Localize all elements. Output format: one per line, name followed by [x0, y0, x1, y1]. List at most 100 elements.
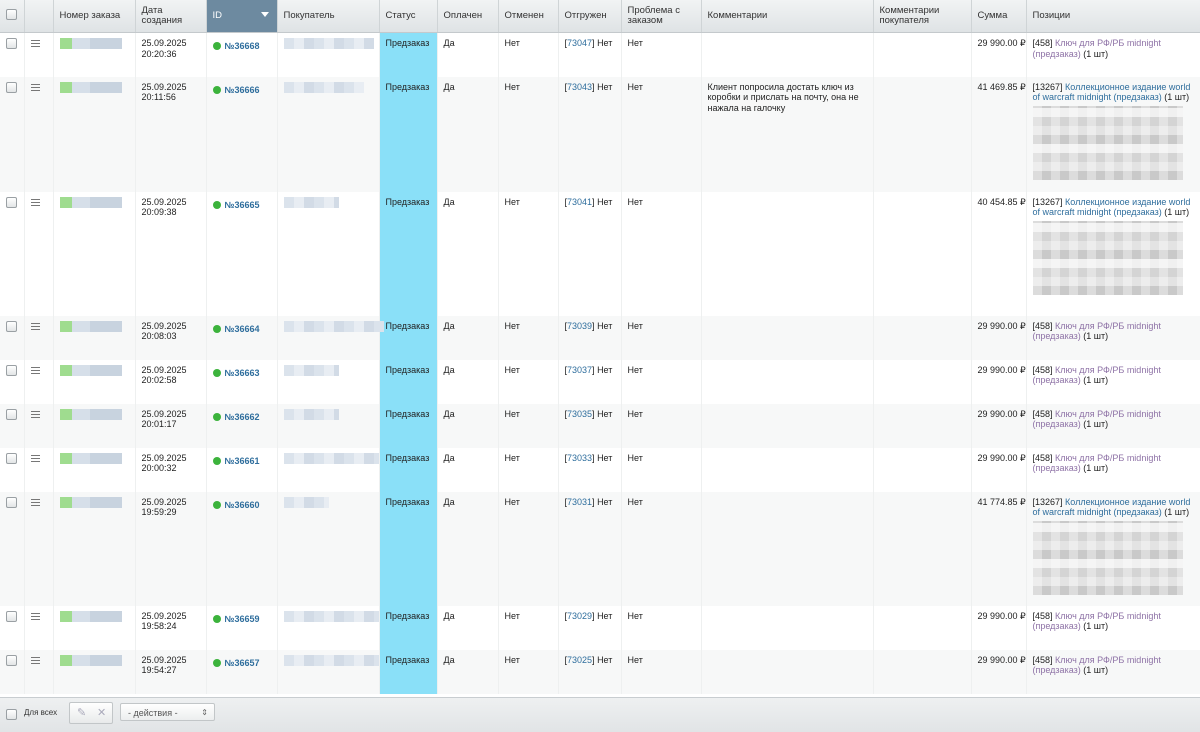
col-comments[interactable]: Комментарии [701, 0, 874, 33]
id-cell[interactable]: №36659 [206, 605, 278, 650]
table-row[interactable]: 25.09.2025 19:54:27 №36657 Предзаказ Да Нет [7… [0, 649, 1200, 694]
row-menu-icon[interactable] [30, 655, 40, 666]
select-all-header[interactable] [0, 0, 25, 33]
id-cell[interactable]: №36668 [206, 32, 278, 77]
id-cell[interactable]: №36664 [206, 315, 278, 360]
row-menu-icon[interactable] [30, 321, 40, 332]
order-id-link[interactable]: №36659 [225, 614, 260, 624]
order-id-link[interactable]: №36664 [225, 324, 260, 334]
shipment-link[interactable]: 73025 [567, 655, 592, 665]
id-cell[interactable]: №36666 [206, 76, 278, 192]
table-row[interactable]: 25.09.2025 20:02:58 №36663 Предзаказ Да Нет [7… [0, 359, 1200, 404]
row-select-cell[interactable] [0, 191, 25, 316]
table-row[interactable]: 25.09.2025 20:20:36 №36668 Предзаказ Да Нет [7… [0, 32, 1200, 77]
shipment-link[interactable]: 73039 [567, 321, 592, 331]
id-cell[interactable]: №36657 [206, 649, 278, 694]
id-cell[interactable]: №36662 [206, 403, 278, 448]
status-cell: Предзаказ [379, 191, 438, 316]
shipment-link[interactable]: 73031 [567, 497, 592, 507]
row-select-cell[interactable] [0, 447, 25, 492]
row-menu-icon[interactable] [30, 453, 40, 464]
row-select-cell[interactable] [0, 605, 25, 650]
table-row[interactable]: 25.09.2025 20:01:17 №36662 Предзаказ Да Нет [7… [0, 403, 1200, 448]
id-cell[interactable]: №36665 [206, 191, 278, 316]
select-all-checkbox[interactable] [6, 9, 17, 20]
row-menu-icon[interactable] [30, 365, 40, 376]
col-id[interactable]: ID [206, 0, 278, 33]
order-id-link[interactable]: №36662 [225, 412, 260, 422]
row-menu-cell[interactable] [24, 649, 54, 694]
edit-icon[interactable]: ✎ [77, 706, 86, 719]
col-positions[interactable]: Позиции [1026, 0, 1200, 33]
col-created[interactable]: Дата создания [135, 0, 207, 33]
row-select-cell[interactable] [0, 403, 25, 448]
row-checkbox[interactable] [6, 320, 17, 332]
row-menu-icon[interactable] [30, 38, 40, 49]
row-checkbox[interactable] [6, 610, 17, 622]
col-problem[interactable]: Проблема с заказом [621, 0, 702, 33]
shipment-link[interactable]: 73043 [567, 82, 592, 92]
table-row[interactable]: 25.09.2025 20:11:56 №36666 Предзаказ Да Нет [7… [0, 76, 1200, 192]
col-cancelled[interactable]: Отменен [498, 0, 559, 33]
row-menu-icon[interactable] [30, 611, 40, 622]
row-checkbox[interactable] [6, 452, 17, 464]
order-id-link[interactable]: №36661 [225, 456, 260, 466]
id-cell[interactable]: №36663 [206, 359, 278, 404]
col-order-number[interactable]: Номер заказа [53, 0, 136, 33]
row-checkbox[interactable] [6, 496, 17, 508]
col-sum[interactable]: Сумма [971, 0, 1027, 33]
shipment-link[interactable]: 73041 [567, 197, 592, 207]
row-checkbox[interactable] [6, 408, 17, 420]
shipment-link[interactable]: 73035 [567, 409, 592, 419]
row-menu-cell[interactable] [24, 605, 54, 650]
id-cell[interactable]: №36660 [206, 491, 278, 606]
col-buyer[interactable]: Покупатель [277, 0, 380, 33]
delete-icon[interactable]: ✕ [97, 706, 106, 719]
for-all-checkbox[interactable] [6, 709, 17, 720]
row-select-cell[interactable] [0, 491, 25, 606]
row-select-cell[interactable] [0, 359, 25, 404]
row-menu-cell[interactable] [24, 359, 54, 404]
row-menu-icon[interactable] [30, 497, 40, 508]
actions-select[interactable]: - действия - ⇕ [120, 703, 215, 721]
row-menu-cell[interactable] [24, 191, 54, 316]
row-menu-icon[interactable] [30, 82, 40, 93]
shipment-link[interactable]: 73047 [567, 38, 592, 48]
shipment-link[interactable]: 73037 [567, 365, 592, 375]
row-checkbox[interactable] [6, 364, 17, 376]
row-select-cell[interactable] [0, 32, 25, 77]
row-menu-cell[interactable] [24, 32, 54, 77]
table-row[interactable]: 25.09.2025 19:59:29 №36660 Предзаказ Да Нет [7… [0, 491, 1200, 606]
row-checkbox[interactable] [6, 81, 17, 93]
row-menu-cell[interactable] [24, 447, 54, 492]
row-menu-icon[interactable] [30, 197, 40, 208]
id-cell[interactable]: №36661 [206, 447, 278, 492]
row-menu-cell[interactable] [24, 76, 54, 192]
order-id-link[interactable]: №36663 [225, 368, 260, 378]
shipment-link[interactable]: 73033 [567, 453, 592, 463]
row-select-cell[interactable] [0, 649, 25, 694]
row-select-cell[interactable] [0, 315, 25, 360]
row-menu-cell[interactable] [24, 315, 54, 360]
row-select-cell[interactable] [0, 76, 25, 192]
order-id-link[interactable]: №36665 [225, 200, 260, 210]
order-id-link[interactable]: №36657 [225, 658, 260, 668]
order-id-link[interactable]: №36666 [225, 85, 260, 95]
row-checkbox[interactable] [6, 38, 17, 49]
row-menu-cell[interactable] [24, 403, 54, 448]
table-row[interactable]: 25.09.2025 20:08:03 №36664 Предзаказ Да Нет [7… [0, 315, 1200, 360]
col-buyer-comments[interactable]: Комментарии покупателя [873, 0, 972, 33]
order-id-link[interactable]: №36660 [225, 500, 260, 510]
col-paid[interactable]: Оплачен [437, 0, 499, 33]
table-row[interactable]: 25.09.2025 19:58:24 №36659 Предзаказ Да Нет [7… [0, 605, 1200, 650]
col-shipped[interactable]: Отгружен [558, 0, 622, 33]
table-row[interactable]: 25.09.2025 20:09:38 №36665 Предзаказ Да Нет [7… [0, 191, 1200, 316]
row-menu-icon[interactable] [30, 409, 40, 420]
shipment-link[interactable]: 73029 [567, 611, 592, 621]
row-menu-cell[interactable] [24, 491, 54, 606]
row-checkbox[interactable] [6, 654, 17, 666]
order-id-link[interactable]: №36668 [225, 41, 260, 51]
table-row[interactable]: 25.09.2025 20:00:32 №36661 Предзаказ Да Нет [7… [0, 447, 1200, 492]
col-status[interactable]: Статус [379, 0, 438, 33]
row-checkbox[interactable] [6, 196, 17, 208]
